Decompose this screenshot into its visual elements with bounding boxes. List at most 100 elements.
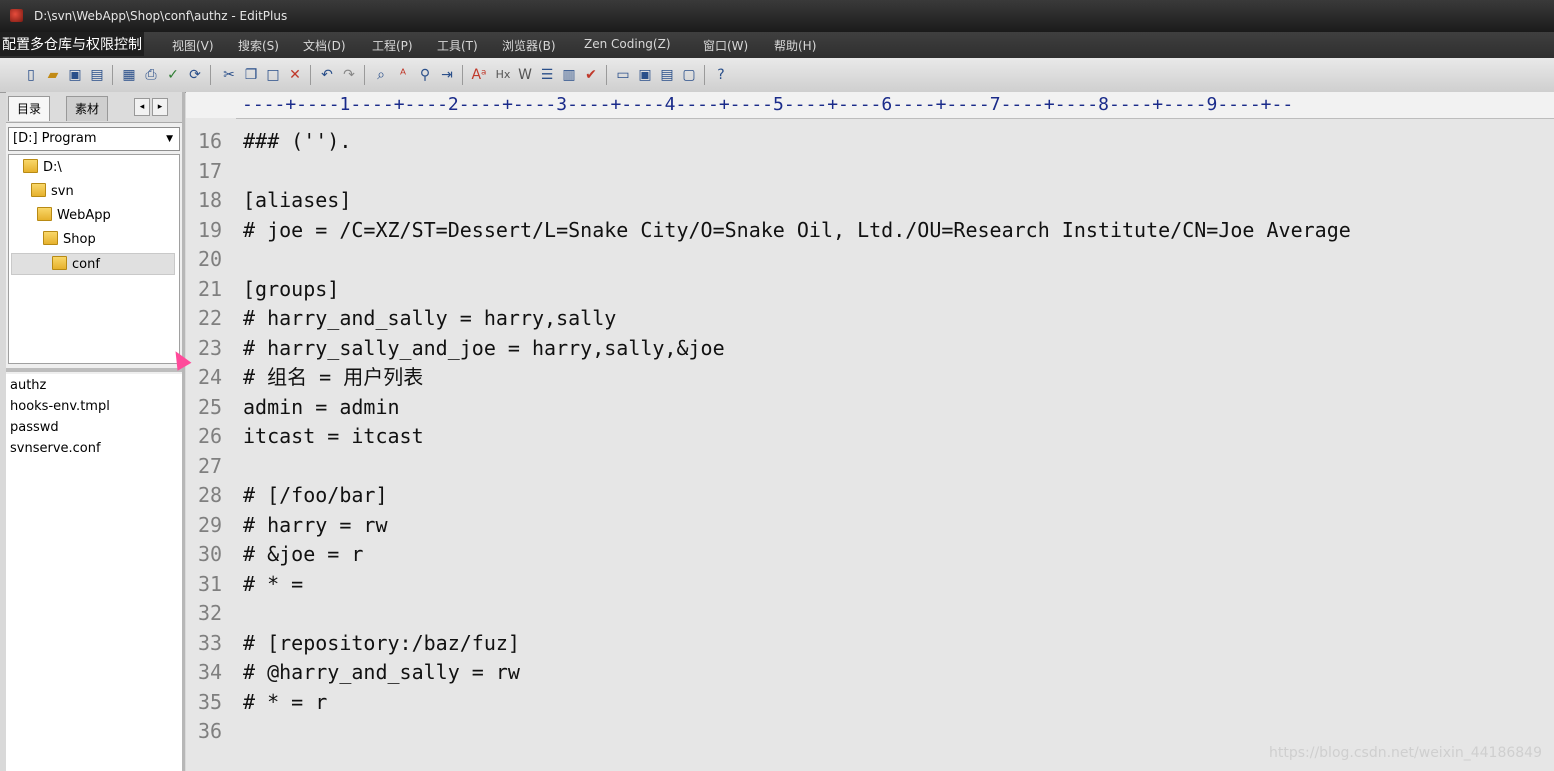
code-line[interactable]: 18 [aliases]	[186, 186, 1554, 216]
chevron-down-icon: ▼	[166, 134, 173, 144]
code-line[interactable]: 36	[186, 717, 1554, 747]
tab-next-arrow-icon[interactable]: ▸	[152, 98, 168, 116]
code-line[interactable]: 24 # 组名 = 用户列表	[186, 363, 1554, 393]
line-text: # joe = /C=XZ/ST=Dessert/L=Snake City/O=…	[243, 217, 1351, 242]
drive-select-value: [D:] Program	[13, 131, 97, 146]
code-line[interactable]: 23 # harry_sally_and_joe = harry,sally,&j…	[186, 334, 1554, 364]
file-item-hooks-env[interactable]: hooks-env.tmpl	[10, 399, 110, 414]
line-number: 20	[198, 247, 223, 271]
code-line[interactable]: 32	[186, 599, 1554, 629]
code-line[interactable]: 34 # @harry_and_sally = rw	[186, 658, 1554, 688]
sidebar-tabs: 目录 素材 ◂ ▸	[6, 92, 182, 123]
save-icon[interactable]: ▣	[66, 66, 84, 84]
delete-icon[interactable]: ✕	[286, 66, 304, 84]
word-wrap-icon[interactable]: W	[516, 66, 534, 84]
browser-icon[interactable]: ⟳	[186, 66, 204, 84]
code-line[interactable]: 30 # &joe = r	[186, 540, 1554, 570]
spell-check-icon[interactable]: ✓	[164, 66, 182, 84]
line-text: # [repository:/baz/fuz]	[243, 630, 520, 655]
file-item-authz[interactable]: authz	[10, 378, 46, 393]
menu-document[interactable]: 文档(D)	[303, 37, 346, 54]
code-line[interactable]: 25 admin = admin	[186, 393, 1554, 423]
line-number: 22	[198, 306, 223, 330]
code-line[interactable]: 27	[186, 452, 1554, 482]
menu-help[interactable]: 帮助(H)	[774, 37, 816, 54]
editplus-app-icon	[10, 9, 23, 22]
tree-item-conf[interactable]: conf	[11, 253, 175, 275]
line-text: # harry_sally_and_joe = harry,sally,&joe	[243, 335, 725, 360]
tab-directory[interactable]: 目录	[8, 96, 51, 121]
file-list: authz hooks-env.tmpl passwd svnserve.con…	[6, 374, 182, 771]
line-text: # @harry_and_sally = rw	[243, 660, 520, 684]
copy-icon[interactable]: ❐	[242, 66, 260, 84]
menu-window[interactable]: 窗口(W)	[703, 37, 748, 54]
save-all-icon[interactable]: ▤	[88, 66, 106, 84]
replace-icon[interactable]: ᴬ	[394, 66, 412, 84]
editor-pane[interactable]: ----+----1----+----2----+----3----+----4…	[186, 92, 1554, 771]
code-line[interactable]: 16 ### ('').	[186, 127, 1554, 157]
code-line[interactable]: 28 # [/foo/bar]	[186, 481, 1554, 511]
tree-item-svn[interactable]: svn	[31, 181, 74, 203]
line-numbers-icon[interactable]: ☰	[538, 66, 556, 84]
code-line[interactable]: 21 [groups]	[186, 275, 1554, 305]
tab-clipboard[interactable]: 素材	[66, 96, 109, 121]
sidebar-splitter[interactable]	[6, 368, 182, 372]
goto-line-icon[interactable]: ⇥	[438, 66, 456, 84]
open-folder-icon[interactable]: ▰	[44, 66, 62, 84]
line-text: # harry = rw	[243, 512, 388, 537]
menu-browser[interactable]: 浏览器(B)	[502, 37, 556, 54]
tree-item-shop[interactable]: Shop	[43, 229, 96, 251]
toolbar: ▯ ▰ ▣ ▤ ▦ ⎙ ✓ ⟳ ✂ ❐ □ ✕ ↶ ↷ ⌕ ᴬ ⚲ ⇥ Aᵃ H…	[0, 58, 1554, 93]
find-icon[interactable]: ⌕	[372, 66, 390, 84]
undo-icon[interactable]: ↶	[318, 66, 336, 84]
line-number: 25	[198, 394, 223, 419]
line-text: admin = admin	[243, 394, 400, 419]
ruler-icon[interactable]: ▥	[560, 66, 578, 84]
code-text-area[interactable]: 16 ### (''). 17 18 [aliases] 19 # joe = /C=XZ/…	[186, 118, 1554, 771]
tab-prev-arrow-icon[interactable]: ◂	[134, 98, 150, 116]
line-number: 35	[198, 689, 223, 714]
tree-item-d-drive[interactable]: D:\	[23, 157, 62, 179]
menu-view[interactable]: 视图(V)	[172, 37, 214, 54]
code-line[interactable]: 19 # joe = /C=XZ/ST=Dessert/L=Snake City/…	[186, 216, 1554, 246]
line-number: 24	[198, 365, 223, 389]
find-in-files-icon[interactable]: ⚲	[416, 66, 434, 84]
menu-tools[interactable]: 工具(T)	[437, 37, 478, 54]
tree-item-webapp[interactable]: WebApp	[37, 205, 111, 227]
line-number: 36	[198, 719, 223, 743]
code-line[interactable]: 33 # [repository:/baz/fuz]	[186, 629, 1554, 659]
line-number: 23	[198, 335, 223, 360]
help-pointer-icon[interactable]: ?	[712, 66, 730, 84]
output-window-icon[interactable]: ▭	[614, 66, 632, 84]
code-line[interactable]: 31 # * =	[186, 570, 1554, 600]
directory-window-icon[interactable]: ▣	[636, 66, 654, 84]
line-number: 28	[198, 483, 223, 507]
print-preview-icon[interactable]: ▦	[120, 66, 138, 84]
redo-icon[interactable]: ↷	[340, 66, 358, 84]
cut-icon[interactable]: ✂	[220, 66, 238, 84]
title-bar: D:\svn\WebApp\Shop\conf\authz - EditPlus	[0, 0, 1554, 32]
drive-select[interactable]: [D:] Program ▼	[8, 127, 180, 151]
clipboard-window-icon[interactable]: ▤	[658, 66, 676, 84]
code-line[interactable]: 26 itcast = itcast	[186, 422, 1554, 452]
menu-zen-coding[interactable]: Zen Coding(Z)	[584, 37, 671, 51]
new-file-icon[interactable]: ▯	[22, 66, 40, 84]
line-text: # &joe = r	[243, 542, 364, 566]
print-icon[interactable]: ⎙	[142, 66, 160, 84]
paste-icon[interactable]: □	[264, 66, 282, 84]
hex-icon[interactable]: Hx	[494, 66, 512, 84]
menu-project[interactable]: 工程(P)	[372, 37, 413, 54]
font-icon[interactable]: Aᵃ	[470, 66, 488, 84]
code-line[interactable]: 17	[186, 157, 1554, 187]
check-mark-icon[interactable]: ✔	[582, 66, 600, 84]
code-line[interactable]: 35 # * = r	[186, 688, 1554, 718]
folder-icon	[31, 183, 46, 197]
folder-icon	[43, 231, 58, 245]
code-line[interactable]: 20	[186, 245, 1554, 275]
fullscreen-icon[interactable]: ▢	[680, 66, 698, 84]
code-line[interactable]: 29 # harry = rw	[186, 511, 1554, 541]
file-item-passwd[interactable]: passwd	[10, 420, 59, 435]
file-item-svnserve[interactable]: svnserve.conf	[10, 441, 101, 456]
menu-search[interactable]: 搜索(S)	[238, 37, 279, 54]
code-line[interactable]: 22 # harry_and_sally = harry,sally	[186, 304, 1554, 334]
